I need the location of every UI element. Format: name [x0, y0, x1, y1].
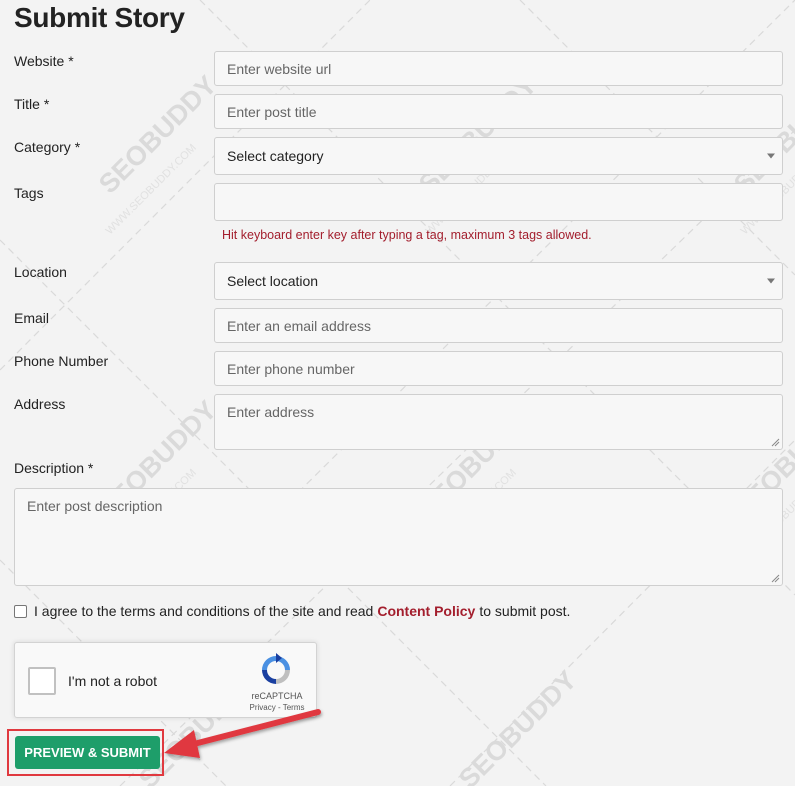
agreement-text: I agree to the terms and conditions of t…	[34, 603, 374, 619]
recaptcha-checkbox[interactable]	[28, 667, 56, 695]
submit-story-page: Submit Story Website * Enter website url…	[0, 0, 795, 786]
phone-input[interactable]: Enter phone number	[214, 351, 783, 386]
page-title: Submit Story	[14, 2, 185, 33]
address-placeholder: Enter address	[227, 404, 315, 420]
recaptcha-logo-icon	[262, 653, 290, 684]
agree-checkbox[interactable]	[14, 604, 27, 618]
content-policy-link[interactable]: Content Policy	[377, 603, 475, 619]
preview-submit-button[interactable]: PREVIEW & SUBMIT	[15, 736, 160, 769]
recaptcha-label: I'm not a robot	[68, 673, 158, 689]
website-input[interactable]: Enter website url	[214, 51, 783, 86]
location-select[interactable]: Select location	[214, 262, 783, 300]
annotation-arrow-icon	[164, 709, 321, 758]
description-label: Description *	[14, 460, 94, 476]
website-label: Website *	[14, 53, 74, 69]
category-value: Select category	[227, 148, 324, 164]
chevron-down-icon	[767, 278, 775, 284]
category-label: Category *	[14, 139, 81, 155]
title-placeholder: Enter post title	[227, 103, 317, 120]
address-textarea[interactable]: Enter address	[214, 394, 783, 450]
address-label: Address	[14, 396, 66, 412]
agreement-row: I agree to the terms and conditions of t…	[14, 603, 570, 619]
phone-placeholder: Enter phone number	[227, 360, 355, 377]
email-placeholder: Enter an email address	[227, 317, 371, 334]
chevron-down-icon	[767, 153, 775, 159]
email-input[interactable]: Enter an email address	[214, 308, 783, 343]
location-label: Location	[14, 264, 67, 280]
email-label: Email	[14, 310, 50, 326]
category-select[interactable]: Select category	[214, 137, 783, 175]
title-label: Title *	[14, 96, 50, 112]
website-placeholder: Enter website url	[227, 60, 332, 77]
title-input[interactable]: Enter post title	[214, 94, 783, 129]
resize-grip-icon[interactable]	[771, 574, 780, 583]
description-placeholder: Enter post description	[27, 498, 163, 514]
tags-label: Tags	[14, 185, 44, 201]
tags-input[interactable]	[214, 183, 783, 221]
tags-hint: Hit keyboard enter key after typing a ta…	[222, 228, 592, 242]
resize-grip-icon[interactable]	[771, 438, 780, 447]
agreement-text-end: to submit post.	[479, 603, 571, 619]
phone-label: Phone Number	[14, 353, 109, 369]
location-value: Select location	[227, 273, 319, 289]
description-textarea[interactable]: Enter post description	[14, 488, 783, 586]
